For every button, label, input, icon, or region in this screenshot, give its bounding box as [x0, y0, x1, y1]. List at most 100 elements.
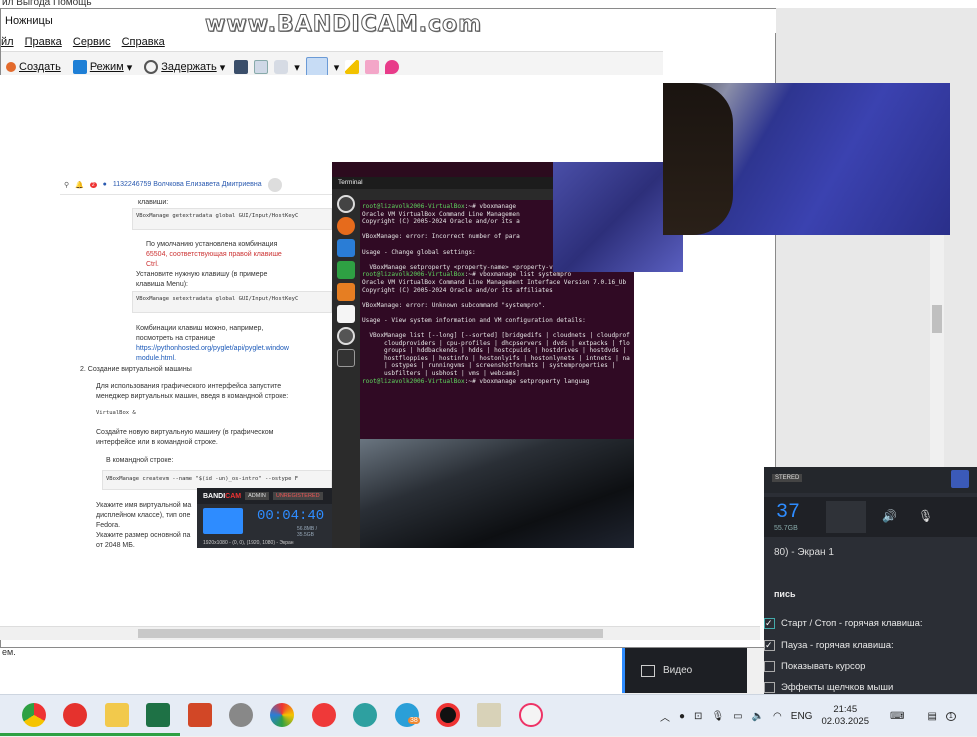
files-icon[interactable] — [337, 239, 355, 257]
chrome-icon[interactable] — [22, 703, 46, 727]
bell-icon[interactable]: 🔔 — [75, 181, 84, 189]
paint-icon[interactable] — [385, 60, 400, 74]
presentation-icon[interactable] — [337, 283, 355, 301]
wifi-icon[interactable]: ◠ — [773, 711, 782, 722]
window-title-text: Ножницы — [5, 15, 53, 27]
terminal-text: VBoxManage: error: Incorrect number of p… — [362, 233, 520, 241]
send-icon[interactable] — [274, 60, 289, 74]
terminal-line: | ostypes | runningvms | screenshotforma… — [362, 362, 634, 370]
checkbox[interactable] — [764, 660, 775, 672]
avatar[interactable] — [267, 177, 282, 192]
terminal-icon[interactable] — [337, 349, 355, 367]
screen-select[interactable]: 80) - Экран 1 — [774, 547, 834, 558]
terminal-text: groups | hddbackends | hdds | hostcpuids… — [362, 347, 627, 355]
terminal-line: VBoxManage list [--long] [--sorted] [bri… — [362, 332, 634, 340]
usb-icon[interactable]: ⊡ — [694, 711, 702, 722]
clock[interactable]: 21:45 02.03.2025 — [821, 704, 869, 728]
terminal-line: Copyright (C) 2005-2024 Oracle and/or it… — [362, 287, 634, 295]
doc-line: посмотреть на странице — [136, 335, 216, 342]
record-icon[interactable] — [436, 703, 460, 727]
language-indicator[interactable]: ENG — [791, 711, 813, 722]
keyboard-icon[interactable]: ⌨ — [890, 711, 904, 722]
file-explorer-icon[interactable] — [105, 703, 129, 727]
vivaldi-icon[interactable] — [312, 703, 336, 727]
battery-icon[interactable]: ▭ — [733, 711, 742, 722]
software-icon[interactable] — [337, 305, 355, 323]
pen-icon[interactable] — [305, 57, 328, 77]
chevron-up-icon[interactable]: ︿ — [660, 709, 670, 724]
top-strip: йл Выгода Помощь — [0, 0, 977, 8]
doc-line: Комбинации клавиш можно, например, — [136, 325, 264, 332]
highlighter-icon[interactable] — [345, 60, 360, 74]
doc-line: Ctrl. — [146, 261, 159, 268]
checkbox[interactable]: ✓ — [764, 617, 775, 629]
microphone-icon[interactable]: 🎙 — [918, 509, 933, 523]
video-tab[interactable]: Видео — [622, 648, 747, 693]
terminal-prompt: root@lizavolk2006-VirtualBox — [362, 203, 465, 210]
bandicam-panel-top: STERED — [764, 467, 977, 493]
menu-tools[interactable]: Сервис — [73, 36, 111, 48]
clock-icon — [144, 60, 159, 74]
menu-help[interactable]: Справка — [122, 36, 165, 48]
spreadsheet-icon[interactable] — [337, 261, 355, 279]
app-icon[interactable] — [229, 703, 253, 727]
save-icon[interactable] — [234, 60, 249, 74]
clock-date: 02.03.2025 — [821, 716, 869, 727]
terminal-text: :~# vboxmanage list systempro — [464, 271, 572, 279]
excel-icon[interactable] — [146, 703, 170, 727]
tab-unregistered[interactable]: UNREGISTERED — [272, 492, 323, 500]
doc-link[interactable]: module.html. — [136, 355, 176, 362]
yandex-disk-icon[interactable]: ● — [679, 711, 685, 722]
webcam-icon[interactable] — [826, 501, 866, 533]
checkbox[interactable] — [764, 681, 775, 693]
virtualbox-icon[interactable] — [353, 703, 377, 727]
video-settings-icon — [641, 664, 655, 677]
search-icon[interactable]: ⚲ — [64, 181, 69, 189]
chat-icon[interactable]: ● — [103, 181, 107, 188]
code-line: VBoxManage setextradata global GUI/Input… — [136, 296, 299, 302]
checkbox[interactable]: ✓ — [764, 639, 775, 651]
terminal-text: | ostypes | runningvms | screenshotforma… — [362, 362, 616, 370]
eraser-icon[interactable] — [365, 60, 380, 74]
recording-size: 56.8MB / 35.5GB — [297, 526, 318, 538]
notepad-icon[interactable] — [477, 703, 501, 727]
terminal-line: usbfilters | usbhost | vms | webcams] — [362, 370, 634, 378]
snipping-tool-icon[interactable] — [519, 703, 543, 727]
terminal-line: root@lizavolk2006-VirtualBox:~# vboxmana… — [362, 271, 634, 279]
help-icon[interactable] — [337, 327, 355, 345]
microphone-icon[interactable]: 🎙 — [711, 711, 724, 722]
doc-link[interactable]: https://pythonhosted.org/pyglet/api/pygl… — [136, 345, 289, 352]
option-startstop-hotkey[interactable]: ✓ Старт / Стоп - горячая клавиша: — [764, 614, 923, 632]
tab-admin[interactable]: ADMIN — [245, 492, 269, 500]
horizontal-scrollbar[interactable] — [0, 626, 760, 640]
user-name[interactable]: 1132246759 Волчкова Елизавета Дмитриевна — [113, 181, 262, 188]
speaker-icon[interactable]: 🔊 — [882, 509, 897, 523]
option-pause-hotkey[interactable]: ✓ Пауза - горячая клавиша: — [764, 636, 894, 654]
screen-mode-button[interactable] — [203, 508, 243, 534]
menu-file[interactable]: йл — [1, 36, 14, 48]
recording-area: 1920x1080 - (0, 0), (1920, 1080) - Экран — [203, 540, 294, 546]
section-title: пись — [774, 589, 796, 599]
menu-edit[interactable]: Правка — [25, 36, 62, 48]
volume-icon[interactable]: 🔈 — [752, 711, 764, 722]
notification-icon[interactable]: ▤ — [927, 711, 936, 722]
terminal-line — [362, 325, 634, 333]
yandex-browser-icon[interactable] — [63, 703, 87, 727]
scroll-thumb[interactable] — [138, 629, 603, 638]
bandicam-mini-window[interactable]: BANDICAM ADMIN UNREGISTERED 00:04:40 56.… — [197, 488, 332, 548]
chevron-down-icon: ▾ — [219, 61, 226, 74]
copy-icon[interactable] — [254, 60, 269, 74]
settings-icon[interactable] — [337, 195, 355, 213]
chevron-down-icon[interactable]: ▾ — [334, 61, 340, 74]
firefox-icon[interactable] — [337, 217, 355, 235]
chevron-down-icon[interactable]: ▾ — [294, 61, 300, 74]
lock-icon[interactable] — [951, 470, 969, 488]
color-app-icon[interactable] — [270, 703, 294, 727]
code-line: VBoxManage getextradata global GUI/Input… — [136, 213, 299, 219]
powerpoint-icon[interactable] — [188, 703, 212, 727]
option-show-cursor[interactable]: Показывать курсор — [764, 657, 865, 675]
mode-icon — [72, 60, 87, 74]
scroll-thumb[interactable] — [932, 305, 942, 333]
